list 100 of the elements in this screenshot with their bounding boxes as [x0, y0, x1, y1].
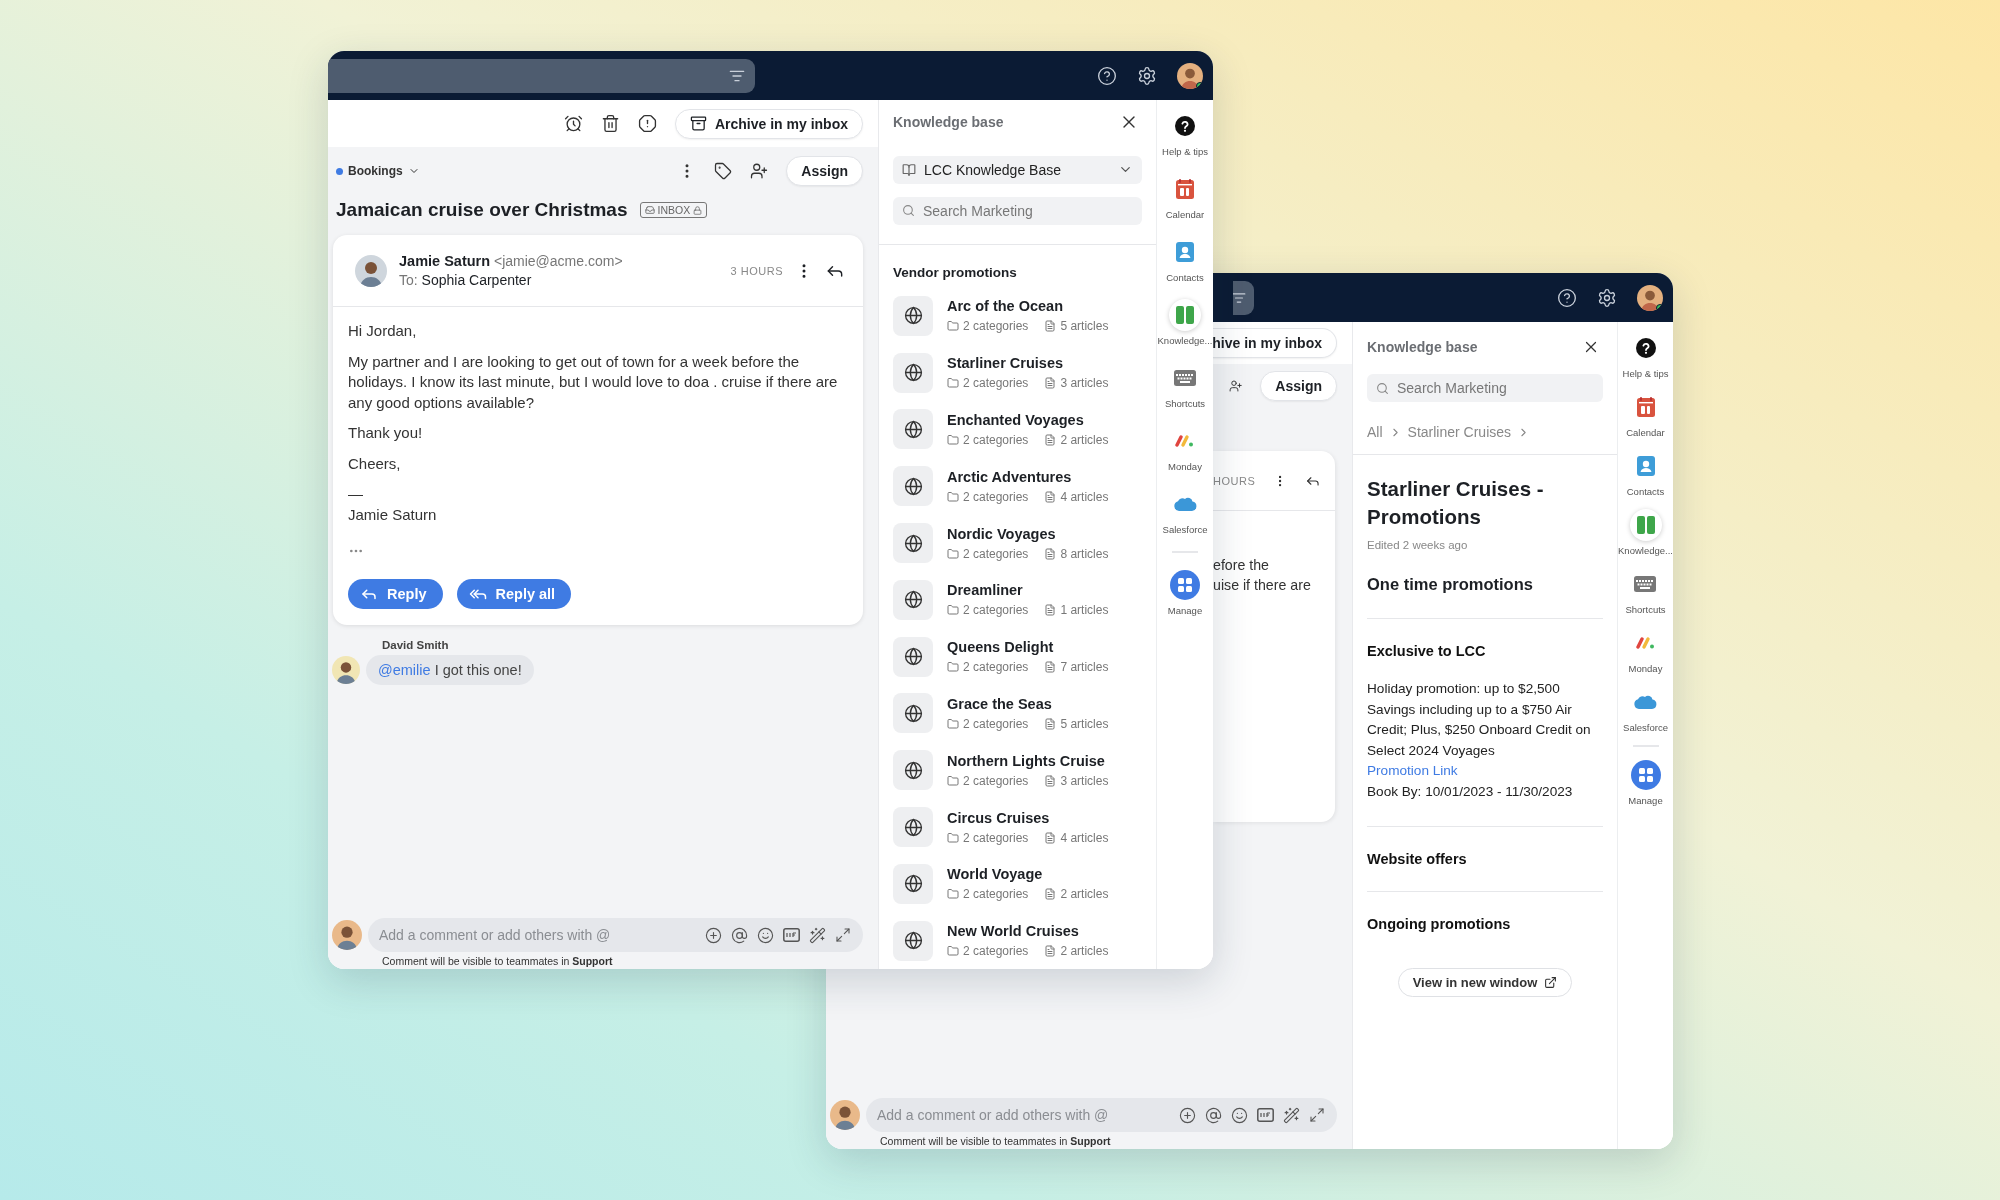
- rail-item[interactable]: Help & tips: [1622, 332, 1669, 379]
- gif-icon[interactable]: [783, 928, 800, 942]
- reply-button[interactable]: Reply: [348, 578, 443, 609]
- knowledge-item[interactable]: New World Cruises 2 categories 2 articles: [879, 912, 1156, 969]
- article-count: 7 articles: [1060, 660, 1109, 675]
- rail-item[interactable]: Manage: [1167, 569, 1203, 616]
- rail-item[interactable]: Shortcuts: [1625, 568, 1666, 615]
- rail-item[interactable]: Salesforce: [1162, 488, 1208, 535]
- article-count: 2 articles: [1060, 887, 1109, 902]
- visibility-hint: Comment will be visible to teammates in Support: [381, 954, 614, 969]
- section-heading: One time promotions: [1367, 574, 1534, 595]
- expand-icon[interactable]: [835, 927, 851, 943]
- inbox-dropdown[interactable]: Bookings: [336, 164, 420, 178]
- magic-wand-icon[interactable]: [1283, 1106, 1300, 1124]
- mention-icon[interactable]: [731, 926, 748, 944]
- emoji-icon[interactable]: [757, 926, 774, 944]
- article-count: 4 articles: [1060, 489, 1109, 504]
- message-time: HOURS: [1213, 474, 1256, 487]
- expand-icon[interactable]: [1309, 1107, 1325, 1123]
- knowledge-item[interactable]: Circus Cruises 2 categories 4 articles: [879, 798, 1156, 856]
- assign-button[interactable]: Assign: [786, 156, 863, 186]
- knowledge-item[interactable]: Dreamliner 2 categories 1 articles: [879, 571, 1156, 629]
- settings-icon[interactable]: [1137, 65, 1157, 86]
- conversation-title: Jamaican cruise over Christmas: [336, 199, 628, 221]
- edited-note: Edited 2 weeks ago: [1367, 539, 1469, 551]
- contacts-icon: [1176, 242, 1194, 262]
- section-title: Vendor promotions: [892, 263, 1018, 282]
- section-heading: Ongoing promotions: [1367, 915, 1512, 934]
- rail-item[interactable]: Knowledge...: [1157, 299, 1213, 346]
- search-field[interactable]: Search Marketing: [893, 196, 1142, 225]
- rail-item[interactable]: Salesforce: [1623, 686, 1668, 733]
- message-paragraph: Hi Jordan,: [348, 321, 418, 341]
- assign-icon[interactable]: [1229, 377, 1243, 395]
- emoji-icon[interactable]: [1231, 1106, 1248, 1124]
- settings-icon[interactable]: [1597, 287, 1617, 308]
- folder-icon: [947, 945, 959, 958]
- trash-icon[interactable]: [600, 114, 620, 133]
- rail-item[interactable]: Help & tips: [1162, 110, 1208, 157]
- rail-item[interactable]: Calendar: [1626, 391, 1665, 438]
- tag-icon[interactable]: [714, 162, 733, 180]
- article-count: 1 articles: [1060, 603, 1109, 618]
- alert-icon[interactable]: [637, 114, 657, 133]
- mention-icon[interactable]: [1205, 1106, 1222, 1124]
- signature-line: Jamie Saturn: [348, 504, 438, 525]
- knowledge-item[interactable]: Enchanted Voyages 2 categories 2 articles: [879, 401, 1156, 458]
- cloud-icon: [1633, 694, 1658, 710]
- folder-icon: [947, 604, 959, 617]
- knowledge-item[interactable]: Northern Lights Cruise 2 categories 3 articles: [879, 741, 1156, 799]
- knowledge-item[interactable]: Queens Delight 2 categories 7 articles: [879, 628, 1156, 686]
- promotion-link[interactable]: Promotion Link: [1367, 761, 1458, 782]
- category-count: 2 categories: [963, 433, 1029, 447]
- assign-button[interactable]: Assign: [1260, 371, 1337, 401]
- add-icon[interactable]: [705, 926, 722, 944]
- reply-all-button[interactable]: Reply all: [456, 578, 572, 609]
- knowledge-item[interactable]: Nordic Voyages 2 categories 8 articles: [879, 514, 1156, 572]
- article-icon: [1044, 831, 1057, 844]
- search-field[interactable]: Search Marketing: [1367, 374, 1603, 402]
- add-icon[interactable]: [1179, 1106, 1196, 1124]
- archive-button[interactable]: Archive in my inbox: [674, 108, 863, 139]
- help-icon[interactable]: [1097, 65, 1117, 86]
- knowledge-item[interactable]: Arc of the Ocean 2 categories 5 articles: [879, 287, 1156, 345]
- globe-icon: [903, 647, 923, 667]
- view-in-new-window-button[interactable]: View in new window: [1397, 968, 1573, 997]
- knowledge-item[interactable]: Arctic Adventures 2 categories 4 articles: [879, 457, 1156, 515]
- inbox-icon: [644, 205, 655, 215]
- rail-item[interactable]: Contacts: [1166, 236, 1204, 283]
- search-icon: [1376, 381, 1389, 395]
- rail-item[interactable]: Monday: [1628, 627, 1663, 674]
- category-count: 2 categories: [963, 546, 1029, 561]
- article-count: 5 articles: [1060, 319, 1109, 334]
- rail-item[interactable]: Shortcuts: [1164, 362, 1206, 409]
- magic-wand-icon[interactable]: [809, 926, 826, 944]
- panel-title: Knowledge base: [893, 113, 1004, 130]
- breadcrumb-link[interactable]: All: [1367, 424, 1383, 440]
- rail-item[interactable]: Knowledge...: [1618, 509, 1673, 556]
- knowledge-item[interactable]: World Voyage 2 categories 2 articles: [879, 855, 1156, 913]
- help-icon[interactable]: [1557, 287, 1577, 308]
- breadcrumb-link[interactable]: Starliner Cruises: [1407, 424, 1512, 440]
- snooze-icon[interactable]: [563, 114, 583, 133]
- article-count: 3 articles: [1060, 773, 1109, 788]
- avatar: [332, 920, 362, 950]
- archive-icon: [689, 115, 707, 132]
- gif-icon[interactable]: [1257, 1108, 1274, 1122]
- article-icon: [1044, 377, 1057, 390]
- article-icon: [1044, 320, 1057, 333]
- help-icon: [1635, 338, 1656, 358]
- folder-icon: [947, 774, 959, 787]
- user-avatar[interactable]: [1177, 62, 1203, 89]
- search-bar[interactable]: [1233, 280, 1254, 315]
- knowledge-item[interactable]: Grace the Seas 2 categories 5 articles: [879, 685, 1156, 742]
- rail-item[interactable]: Monday: [1168, 425, 1202, 472]
- rail-item[interactable]: Contacts: [1626, 450, 1665, 497]
- globe-icon: [903, 817, 923, 837]
- knowledge-base-select[interactable]: LCC Knowledge Base: [893, 155, 1142, 184]
- assign-icon[interactable]: [750, 162, 769, 180]
- user-avatar[interactable]: [1637, 284, 1663, 311]
- knowledge-item[interactable]: Starliner Cruises 2 categories 3 articles: [879, 344, 1156, 402]
- archive-button[interactable]: hive in my inbox: [1212, 328, 1337, 358]
- rail-item[interactable]: Calendar: [1165, 173, 1205, 220]
- rail-item[interactable]: Manage: [1628, 759, 1663, 806]
